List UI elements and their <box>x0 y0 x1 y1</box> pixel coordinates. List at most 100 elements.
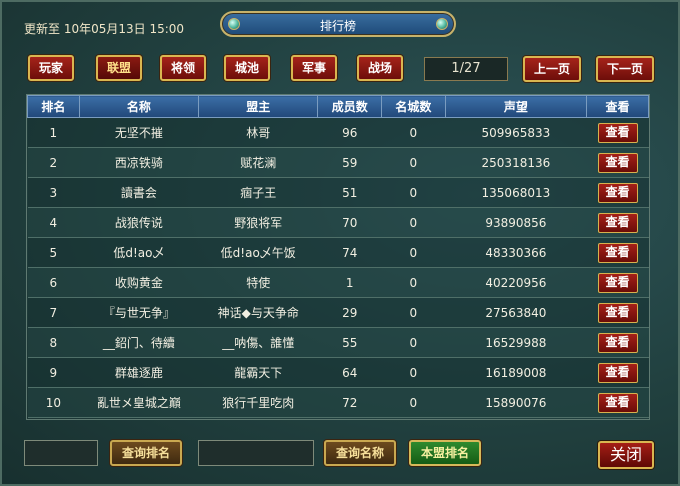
view-button[interactable]: 查看 <box>597 302 638 323</box>
column-header-members: 成员数 <box>317 95 383 118</box>
window-title: 排行榜 <box>319 19 356 33</box>
alliance-name-cell: 战狼传说 <box>79 207 199 238</box>
view-cell: 查看 <box>586 267 649 298</box>
leader-cell: 赋花澜 <box>198 147 318 178</box>
tab-alliance[interactable]: 联盟 <box>96 55 142 81</box>
ranking-window: 更新至 10年05月13日 15:00 排行榜 玩家 联盟 将领 城池 军事 战… <box>0 0 680 486</box>
city-count-cell: 0 <box>381 117 446 148</box>
page-indicator: 1/27 <box>424 57 508 81</box>
rank-cell: 4 <box>27 207 80 238</box>
view-cell: 查看 <box>586 357 649 388</box>
view-button[interactable]: 查看 <box>597 362 638 383</box>
leader-cell: 龍霸天下 <box>198 357 318 388</box>
city-count-cell: 0 <box>381 207 446 238</box>
tab-military[interactable]: 军事 <box>291 55 337 81</box>
alliance-name-cell: 群雄逐鹿 <box>79 357 199 388</box>
leader-cell: 狼行千里吃肉 <box>198 387 318 418</box>
alliance-name-cell: 无坚不摧 <box>79 117 199 148</box>
tab-battlefield[interactable]: 战场 <box>357 55 403 81</box>
view-cell: 查看 <box>586 177 649 208</box>
prestige-cell: 250318136 <box>445 147 587 178</box>
view-cell: 查看 <box>586 207 649 238</box>
prestige-cell: 15890076 <box>445 387 587 418</box>
table-row: 9 群雄逐鹿 龍霸天下 64 0 16189008 查看 <box>27 357 649 388</box>
query-rank-button[interactable]: 查询排名 <box>110 440 182 466</box>
member-count-cell: 96 <box>317 117 382 148</box>
city-count-cell: 0 <box>381 297 446 328</box>
leader-cell: 神话◆与天争命 <box>198 297 318 328</box>
alliance-name-cell: __鉊门、待續 <box>79 327 199 358</box>
leader-cell: 低d!ao乄午饭 <box>198 237 318 268</box>
view-cell: 查看 <box>586 327 649 358</box>
prestige-cell: 16189008 <box>445 357 587 388</box>
leader-cell: 痼子王 <box>198 177 318 208</box>
table-row: 6 收购黄金 特使 1 0 40220956 查看 <box>27 267 649 298</box>
view-button[interactable]: 查看 <box>597 242 638 263</box>
view-button[interactable]: 查看 <box>597 122 638 143</box>
view-button[interactable]: 查看 <box>597 182 638 203</box>
member-count-cell: 1 <box>317 267 382 298</box>
prestige-cell: 27563840 <box>445 297 587 328</box>
rank-query-input[interactable] <box>24 440 98 466</box>
query-name-button[interactable]: 查询名称 <box>324 440 396 466</box>
member-count-cell: 72 <box>317 387 382 418</box>
city-count-cell: 0 <box>381 357 446 388</box>
leader-cell: 特使 <box>198 267 318 298</box>
view-button[interactable]: 查看 <box>597 152 638 173</box>
column-header-prestige: 声望 <box>444 95 588 118</box>
member-count-cell: 55 <box>317 327 382 358</box>
prestige-cell: 16529988 <box>445 327 587 358</box>
view-button[interactable]: 查看 <box>597 332 638 353</box>
leader-cell: 林哥 <box>198 117 318 148</box>
prestige-cell: 40220956 <box>445 267 587 298</box>
view-button[interactable]: 查看 <box>597 272 638 293</box>
alliance-name-cell: 收购黄金 <box>79 267 199 298</box>
view-cell: 查看 <box>586 147 649 178</box>
title-bar: 排行榜 <box>220 11 456 37</box>
city-count-cell: 0 <box>381 177 446 208</box>
rank-cell: 2 <box>27 147 80 178</box>
view-cell: 查看 <box>586 117 649 148</box>
prestige-cell: 135068013 <box>445 177 587 208</box>
view-cell: 查看 <box>586 237 649 268</box>
column-header-leader: 盟主 <box>198 95 319 118</box>
rank-cell: 1 <box>27 117 80 148</box>
my-alliance-rank-button[interactable]: 本盟排名 <box>409 440 481 466</box>
prestige-cell: 509965833 <box>445 117 587 148</box>
tab-general[interactable]: 将领 <box>160 55 206 81</box>
city-count-cell: 0 <box>381 387 446 418</box>
view-button[interactable]: 查看 <box>597 392 638 413</box>
city-count-cell: 0 <box>381 147 446 178</box>
member-count-cell: 29 <box>317 297 382 328</box>
alliance-name-cell: 讀書会 <box>79 177 199 208</box>
view-cell: 查看 <box>586 297 649 328</box>
view-cell: 查看 <box>586 387 649 418</box>
table-row: 3 讀書会 痼子王 51 0 135068013 查看 <box>27 177 649 208</box>
city-count-cell: 0 <box>381 327 446 358</box>
member-count-cell: 70 <box>317 207 382 238</box>
prev-page-button[interactable]: 上一页 <box>523 56 581 82</box>
prestige-cell: 93890856 <box>445 207 587 238</box>
rank-cell: 9 <box>27 357 80 388</box>
table-row: 4 战狼传说 野狼将军 70 0 93890856 查看 <box>27 207 649 238</box>
alliance-name-cell: 亂世メ皇城之巔 <box>79 387 199 418</box>
column-header-view: 查看 <box>586 95 649 118</box>
tab-city[interactable]: 城池 <box>224 55 270 81</box>
close-button[interactable]: 关闭 <box>598 441 654 469</box>
table-row: 2 西凉铁骑 赋花澜 59 0 250318136 查看 <box>27 147 649 178</box>
rank-cell: 3 <box>27 177 80 208</box>
rank-cell: 6 <box>27 267 80 298</box>
member-count-cell: 64 <box>317 357 382 388</box>
table-row: 10 亂世メ皇城之巔 狼行千里吃肉 72 0 15890076 查看 <box>27 387 649 418</box>
update-time: 更新至 10年05月13日 15:00 <box>24 22 185 36</box>
table-row: 5 低d!ao乄 低d!ao乄午饭 74 0 48330366 查看 <box>27 237 649 268</box>
next-page-button[interactable]: 下一页 <box>596 56 654 82</box>
leader-cell: 野狼将军 <box>198 207 318 238</box>
column-header-cities: 名城数 <box>381 95 446 118</box>
gem-ornament-icon <box>436 18 448 30</box>
leader-cell: __呐傷、誰懂 <box>198 327 318 358</box>
tab-player[interactable]: 玩家 <box>28 55 74 81</box>
view-button[interactable]: 查看 <box>597 212 638 233</box>
name-query-input[interactable] <box>198 440 314 466</box>
column-header-rank: 排名 <box>27 95 80 118</box>
